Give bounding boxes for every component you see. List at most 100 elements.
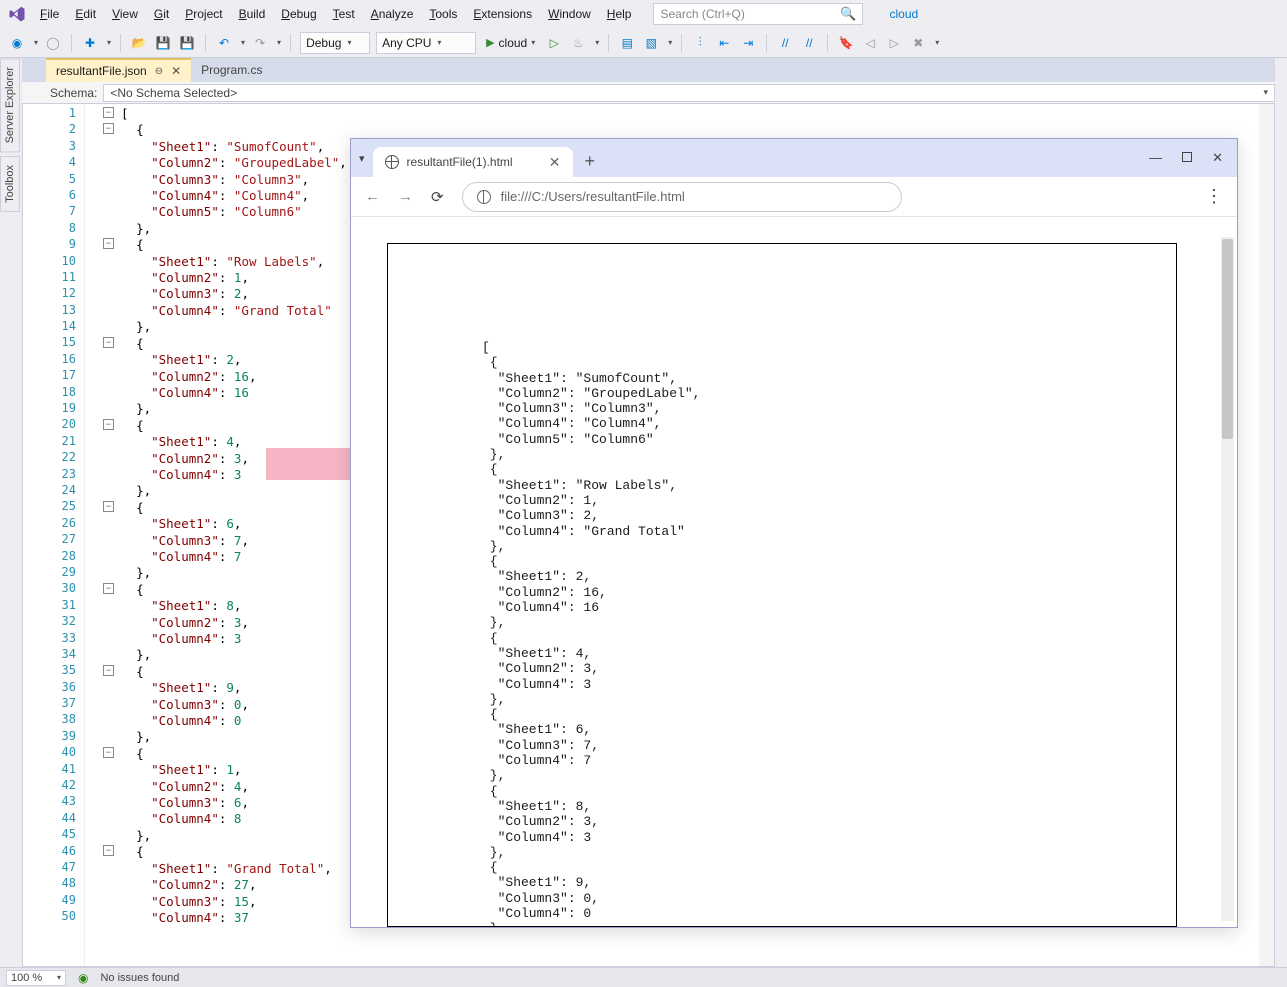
search-box[interactable]: Search (Ctrl+Q) 🔍 [653,3,863,25]
server-explorer-tab[interactable]: Server Explorer [0,58,20,152]
vs-logo-icon [6,3,28,25]
line-number: 7 [23,204,84,220]
bookmark-icon[interactable]: 🔖 [837,34,855,52]
redo-icon[interactable]: ↷ [251,34,269,52]
minimize-icon[interactable]: — [1149,150,1162,166]
line-number: 15 [23,335,84,351]
maximize-icon[interactable] [1182,150,1192,166]
tab-close-icon[interactable]: ✕ [549,154,561,171]
close-window-icon[interactable]: ✕ [1212,150,1223,166]
line-number: 43 [23,794,84,810]
scroll-thumb[interactable] [1222,239,1233,439]
schema-label: Schema: [50,86,97,100]
line-number: 1 [23,106,84,122]
cloud-label[interactable]: cloud [889,7,918,21]
new-tab-icon[interactable]: + [585,151,596,172]
code-line[interactable]: { [95,122,1274,138]
line-number: 17 [23,368,84,384]
line-number: 5 [23,172,84,188]
line-number: 35 [23,663,84,679]
menu-item-git[interactable]: Git [146,3,177,25]
browser-viewport: [ { "Sheet1": "SumofCount", "Column2": "… [351,217,1237,927]
page-content: [ { "Sheet1": "SumofCount", "Column2": "… [387,243,1177,927]
menu-item-tools[interactable]: Tools [421,3,465,25]
code-line[interactable]: [ [95,106,1274,122]
menu-item-edit[interactable]: Edit [67,3,104,25]
menu-item-window[interactable]: Window [540,3,599,25]
next-bookmark-icon[interactable]: ▷ [885,34,903,52]
indent-inc-icon[interactable]: ⇥ [739,34,757,52]
tool-bar: ◉▾ ◯ ✚▾ 📂 💾 💾 ↶▾ ↷▾ Debug▾ Any CPU▾ ▶ cl… [0,28,1287,58]
menu-item-build[interactable]: Build [231,3,274,25]
start-button[interactable]: ▶ cloud ▾ [482,36,539,50]
chevron-down-icon[interactable]: ▾ [359,152,365,165]
line-number: 4 [23,155,84,171]
nav-back-icon[interactable]: ◉ [8,34,26,52]
line-number: 44 [23,811,84,827]
indent-dec-icon[interactable]: ⇤ [715,34,733,52]
menu-item-debug[interactable]: Debug [273,3,324,25]
toolbox-tab[interactable]: Toolbox [0,156,20,212]
doc-tab-inactive[interactable]: Program.cs [191,58,272,82]
menu-item-help[interactable]: Help [599,3,640,25]
line-number: 33 [23,631,84,647]
reload-icon[interactable]: ⟳ [431,188,444,206]
line-number: 46 [23,844,84,860]
new-item-icon[interactable]: ✚ [81,34,99,52]
line-number: 31 [23,598,84,614]
browser-scrollbar[interactable] [1221,237,1234,921]
menu-item-project[interactable]: Project [177,3,230,25]
line-number: 48 [23,876,84,892]
menu-item-test[interactable]: Test [325,3,363,25]
browser-window: ▾ resultantFile(1).html ✕ + — ✕ ← → ⟳ fi… [350,138,1238,928]
uncomment-icon[interactable]: // [800,34,818,52]
clear-bookmarks-icon[interactable]: ✖ [909,34,927,52]
url-bar[interactable]: file:///C:/Users/resultantFile.html [462,182,902,212]
comment-icon[interactable]: // [776,34,794,52]
pin-icon[interactable]: ⊖ [155,66,163,77]
line-number: 24 [23,483,84,499]
line-number: 10 [23,254,84,270]
menu-item-view[interactable]: View [104,3,146,25]
menu-item-extensions[interactable]: Extensions [465,3,540,25]
nav-back-icon[interactable]: ← [365,188,380,205]
line-number: 25 [23,499,84,515]
save-icon[interactable]: 💾 [154,34,172,52]
line-number: 18 [23,385,84,401]
open-folder-icon[interactable]: 📂 [130,34,148,52]
line-number: 49 [23,893,84,909]
hot-reload-icon[interactable]: ♨ [569,34,587,52]
platform-combo[interactable]: Any CPU▾ [376,32,476,54]
line-number: 12 [23,286,84,302]
line-number: 29 [23,565,84,581]
line-number: 38 [23,712,84,728]
nav-forward-icon[interactable]: ◯ [44,34,62,52]
close-icon[interactable]: ✕ [171,64,181,78]
line-number: 2 [23,122,84,138]
line-number: 37 [23,696,84,712]
window-2-icon[interactable]: ▧ [642,34,660,52]
line-number: 42 [23,778,84,794]
doc-tab-active[interactable]: resultantFile.json ⊖ ✕ [46,58,191,82]
browser-tab[interactable]: resultantFile(1).html ✕ [373,147,573,177]
line-number: 26 [23,516,84,532]
editor-scrollbar[interactable] [1259,104,1274,966]
zoom-combo[interactable]: 100 %▾ [6,970,66,986]
schema-combo[interactable]: <No Schema Selected> ▾ [103,84,1275,102]
save-all-icon[interactable]: 💾 [178,34,196,52]
menu-item-file[interactable]: File [32,3,67,25]
prev-bookmark-icon[interactable]: ◁ [861,34,879,52]
line-number: 50 [23,909,84,925]
line-number: 19 [23,401,84,417]
start-no-debug-icon[interactable]: ▷ [545,34,563,52]
globe-icon [477,190,491,204]
line-number: 14 [23,319,84,335]
menu-item-analyze[interactable]: Analyze [363,3,422,25]
nav-forward-icon[interactable]: → [398,188,413,205]
kebab-menu-icon[interactable]: ⋮ [1205,186,1223,207]
config-combo[interactable]: Debug▾ [300,32,370,54]
line-gutter: 1234567891011121314151617181920212223242… [23,104,85,966]
indent-guides-icon[interactable]: ⫶ [691,34,709,52]
undo-icon[interactable]: ↶ [215,34,233,52]
window-1-icon[interactable]: ▤ [618,34,636,52]
